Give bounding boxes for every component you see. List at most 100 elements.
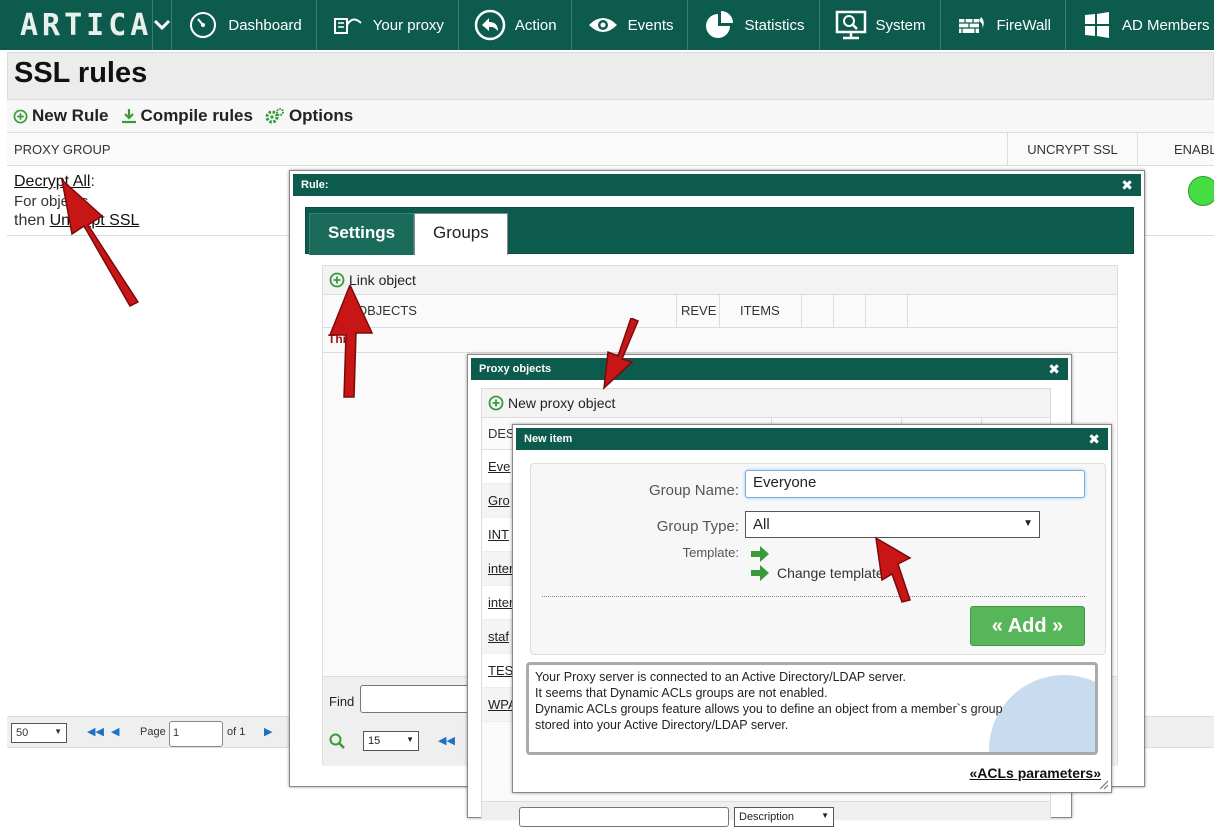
pie-chart-icon xyxy=(706,11,734,38)
find-input[interactable] xyxy=(360,685,480,713)
eye-icon xyxy=(588,18,617,32)
monitor-icon xyxy=(835,10,866,40)
prev-page-icon[interactable]: ◀ xyxy=(111,725,119,738)
title-bar xyxy=(7,52,1214,100)
link-object-button[interactable]: Link object xyxy=(323,266,1117,295)
plus-circle-icon xyxy=(488,395,504,411)
new-proxy-object-button[interactable]: New proxy object xyxy=(482,389,1050,418)
col-enabled[interactable]: ENABLED xyxy=(1138,133,1214,166)
rules-grid-header: PROXY GROUP UNCRYPT SSL ENABLED xyxy=(7,133,1214,166)
rows-per-page-select[interactable]: 50 xyxy=(11,723,67,743)
nav-statistics-label: Statistics xyxy=(744,16,805,34)
proxy-dialog-titlebar[interactable]: Proxy objects ✖ xyxy=(471,358,1068,380)
row-divider xyxy=(323,352,1117,353)
gears-icon xyxy=(265,108,284,124)
rule-name-link[interactable]: Decrypt All xyxy=(14,173,90,190)
col-reverse[interactable]: REVE xyxy=(677,295,720,327)
col-uncrypt-ssl[interactable]: UNCRYPT SSL xyxy=(1008,133,1138,166)
group-name-label: Group Name: xyxy=(648,482,739,499)
artica-logo[interactable]: ARTICA xyxy=(0,0,154,50)
rule-then-text: then xyxy=(14,212,46,229)
info-line-3: Dynamic ACLs groups feature allows you t… xyxy=(535,702,1003,716)
compile-rules-button[interactable]: Compile rules xyxy=(121,106,253,126)
options-button[interactable]: Options xyxy=(265,106,353,126)
arrow-right-icon xyxy=(751,565,769,581)
first-page-icon[interactable]: ◀◀ xyxy=(87,725,104,738)
windows-icon xyxy=(1084,12,1109,38)
nav-statistics[interactable]: Statistics xyxy=(688,0,820,50)
nav-ad-members-label: AD Members xyxy=(1121,16,1210,34)
nav-action-label: Action xyxy=(514,16,557,34)
info-line-4: stored into your Active Directory/LDAP s… xyxy=(535,718,789,732)
nav-menu-toggle[interactable] xyxy=(153,0,173,50)
nav-events[interactable]: Events xyxy=(572,0,689,50)
col-items[interactable]: ITEMS xyxy=(720,295,802,327)
nav-action[interactable]: Action xyxy=(459,0,572,50)
group-name-input[interactable]: Everyone xyxy=(745,470,1085,498)
options-label: Options xyxy=(288,106,354,125)
chevron-down-icon xyxy=(154,19,171,31)
proxy-footer: Description xyxy=(482,801,1050,827)
form-divider xyxy=(542,596,1085,597)
search-icon[interactable] xyxy=(329,733,345,749)
rule-tabs: Settings Groups xyxy=(305,207,1134,255)
close-icon[interactable]: ✖ xyxy=(1121,174,1133,196)
col-extra-3[interactable] xyxy=(866,295,908,327)
col-extra-1[interactable] xyxy=(802,295,834,327)
nav-firewall-label: FireWall xyxy=(996,16,1051,34)
nav-firewall[interactable]: FireWall xyxy=(941,0,1066,50)
rule-action-link[interactable]: Uncrypt SSL xyxy=(50,212,140,229)
page-title: SSL rules xyxy=(14,57,148,89)
col-objects[interactable]: OBJECTS xyxy=(323,295,677,327)
link-object-label: Link object xyxy=(349,272,416,288)
close-icon[interactable]: ✖ xyxy=(1088,428,1100,450)
page-of-label: of 1 xyxy=(227,726,246,738)
new-proxy-object-label: New proxy object xyxy=(508,395,616,411)
col-proxy-group[interactable]: PROXY GROUP xyxy=(7,133,1008,166)
rule-dialog-title: Rule: xyxy=(301,179,329,191)
rule-colon: : xyxy=(90,173,95,190)
change-template-link[interactable]: Change template xyxy=(751,565,884,581)
new-rule-button[interactable]: New Rule xyxy=(13,106,109,126)
tab-settings[interactable]: Settings xyxy=(309,213,415,255)
rules-toolbar: New Rule Compile rules Options xyxy=(7,100,1214,133)
arrow-right-icon xyxy=(751,546,769,562)
info-line-2: It seems that Dynamic ACLs groups are no… xyxy=(535,686,828,700)
info-box: Your Proxy server is connected to an Act… xyxy=(526,662,1098,755)
proxy-icon xyxy=(333,18,362,34)
acl-parameters-link[interactable]: «ACLs parameters» xyxy=(969,765,1101,781)
nav-system-label: System xyxy=(875,16,926,34)
add-button[interactable]: « Add » xyxy=(970,606,1085,646)
top-navbar: ARTICA Dashboard Your proxy Action Event… xyxy=(0,0,1214,50)
close-icon[interactable]: ✖ xyxy=(1048,358,1060,380)
nav-ad-members[interactable]: AD Members xyxy=(1066,0,1214,50)
first-page-icon[interactable]: ◀◀ xyxy=(438,734,455,747)
find-label: Find xyxy=(329,694,355,709)
col-extra-2[interactable] xyxy=(834,295,866,327)
proxy-search-field-select[interactable]: Description xyxy=(734,807,834,827)
objects-first-row[interactable]: Thi xyxy=(328,332,346,346)
new-item-dialog-title: New item xyxy=(524,433,573,445)
new-item-dialog: New item ✖ Group Name: Everyone Group Ty… xyxy=(512,424,1112,793)
enabled-status-indicator[interactable] xyxy=(1188,176,1214,206)
action-icon xyxy=(474,9,506,41)
tab-groups[interactable]: Groups xyxy=(414,213,508,255)
nav-your-proxy[interactable]: Your proxy xyxy=(317,0,459,50)
next-page-icon[interactable]: ▶ xyxy=(264,725,272,738)
info-line-1: Your Proxy server is connected to an Act… xyxy=(535,670,907,684)
resize-handle-icon[interactable] xyxy=(1098,779,1108,789)
compile-rules-label: Compile rules xyxy=(140,106,253,125)
nav-dashboard[interactable]: Dashboard xyxy=(172,0,317,50)
proxy-dialog-title: Proxy objects xyxy=(479,363,552,375)
proxy-search-input[interactable] xyxy=(519,807,729,827)
new-rule-label: New Rule xyxy=(32,106,109,125)
rule-dialog-titlebar[interactable]: Rule: ✖ xyxy=(293,174,1141,196)
plus-circle-icon xyxy=(13,109,28,123)
nav-dashboard-label: Dashboard xyxy=(228,16,302,34)
page-number-input[interactable]: 1 xyxy=(169,721,223,747)
nav-events-label: Events xyxy=(627,16,674,34)
new-item-dialog-titlebar[interactable]: New item ✖ xyxy=(516,428,1108,450)
nav-system[interactable]: System xyxy=(820,0,941,50)
objects-rows-select[interactable]: 15 xyxy=(363,731,419,751)
group-type-select[interactable]: All xyxy=(745,511,1040,538)
